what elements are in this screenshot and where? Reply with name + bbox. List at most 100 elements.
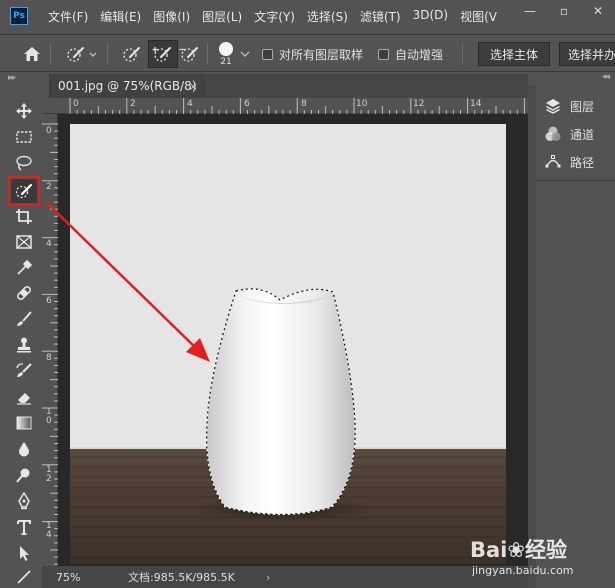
add-to-selection-mode[interactable] <box>148 40 178 68</box>
lasso-icon <box>16 155 32 171</box>
status-bar: 75% 文档:985.5K/985.5K › <box>42 566 528 588</box>
blur-tool[interactable] <box>11 437 37 461</box>
menu-layer[interactable]: 图层(L) <box>202 8 242 25</box>
move-icon <box>16 103 32 119</box>
horizontal-ruler: 0 2 4 6 8 10 12 14 <box>42 98 528 114</box>
add-selection-icon <box>152 47 171 62</box>
eyedropper-icon <box>17 259 33 275</box>
clone-stamp-tool[interactable] <box>11 333 37 357</box>
healing-brush-tool[interactable] <box>11 281 37 305</box>
vase-illustration <box>193 288 373 521</box>
canvas-area[interactable] <box>58 114 528 566</box>
photoshop-window: Ps 文件(F) 编辑(E) 图像(I) 图层(L) 文字(Y) 选择(S) 滤… <box>0 0 615 588</box>
brush-size-dropdown[interactable] <box>240 35 250 73</box>
ruler-label: 1 0 <box>46 407 52 426</box>
stamp-icon <box>17 337 31 353</box>
brush-size-picker[interactable]: 21 <box>216 35 236 73</box>
channels-panel-tab[interactable]: 通道 <box>544 121 594 147</box>
menu-image[interactable]: 图像(I) <box>153 8 190 25</box>
menu-3d[interactable]: 3D(D) <box>413 8 448 25</box>
menu-view[interactable]: 视图(V <box>460 8 497 25</box>
brush-icon <box>17 311 32 326</box>
menu-filter[interactable]: 滤镜(T) <box>360 8 401 25</box>
options-separator <box>50 43 51 65</box>
lasso-tool[interactable] <box>11 151 37 175</box>
auto-enhance-checkbox[interactable]: 自动增强 <box>378 35 443 73</box>
line-icon <box>17 570 31 584</box>
vertical-ruler: 0 2 4 6 8 1 0 1 2 1 4 <box>42 114 58 566</box>
ruler-label: 4 <box>46 239 52 249</box>
menu-edit[interactable]: 编辑(E) <box>100 8 141 25</box>
pen-tool[interactable] <box>11 489 37 513</box>
marquee-tool[interactable] <box>11 125 37 149</box>
document-tab[interactable]: 001.jpg @ 75%(RGB/8) × <box>50 74 206 98</box>
paths-panel-label: 路径 <box>570 155 595 170</box>
close-tab-icon[interactable]: × <box>189 80 198 93</box>
channels-panel-label: 通道 <box>570 127 595 142</box>
restore-button[interactable]: ▫ <box>547 0 581 22</box>
gradient-tool[interactable] <box>11 411 37 435</box>
menu-file[interactable]: 文件(F) <box>48 8 88 25</box>
collapse-panels-icon[interactable]: ◂◂ <box>602 72 610 82</box>
sample-all-layers-checkbox[interactable]: 对所有图层取样 <box>262 35 363 73</box>
subtract-from-selection-mode[interactable] <box>178 35 202 73</box>
auto-enhance-box[interactable] <box>378 48 389 60</box>
frame-icon <box>16 235 32 249</box>
baidu-watermark: Bai❀经验 jingyan.baidu.com <box>470 534 615 588</box>
minimize-button[interactable]: — <box>513 0 547 22</box>
sample-all-layers-box[interactable] <box>262 48 273 60</box>
eraser-tool[interactable] <box>11 385 37 409</box>
paths-panel-tab[interactable]: 路径 <box>544 149 594 175</box>
menu-items: 文件(F) 编辑(E) 图像(I) 图层(L) 文字(Y) 选择(S) 滤镜(T… <box>48 8 509 25</box>
photoshop-logo: Ps <box>10 7 28 25</box>
tool-highlight-box <box>8 176 40 206</box>
history-brush-tool[interactable] <box>11 359 37 383</box>
status-menu-arrow[interactable]: › <box>266 571 270 584</box>
collapse-toolbar-icon[interactable]: ▸▸ <box>8 73 16 83</box>
ruler-label: 0 <box>46 126 52 136</box>
options-separator <box>462 43 463 65</box>
home-button[interactable] <box>22 35 42 73</box>
layers-panel-tab[interactable]: 图层 <box>544 93 594 119</box>
new-selection-icon <box>123 47 140 62</box>
line-tool[interactable] <box>11 565 37 588</box>
watermark-logo: Bai❀经验 <box>470 538 567 562</box>
water-drop-icon <box>19 442 29 457</box>
menu-select[interactable]: 选择(S) <box>307 8 348 25</box>
quick-selection-preset-icon <box>67 47 97 62</box>
select-and-mask-button[interactable]: 选择并办 <box>559 42 615 66</box>
brush-tip-icon <box>219 42 233 56</box>
ruler-label: 6 <box>46 296 52 306</box>
eyedropper-tool[interactable] <box>11 256 37 280</box>
dodge-tool[interactable] <box>11 463 37 487</box>
document-image[interactable] <box>70 124 506 564</box>
eraser-icon <box>17 393 31 405</box>
gradient-icon <box>16 416 32 430</box>
sample-all-layers-label: 对所有图层取样 <box>279 47 364 62</box>
ruler-label: 8 <box>301 99 307 109</box>
new-selection-mode[interactable] <box>120 35 144 73</box>
ruler-label: 1 2 <box>46 465 52 484</box>
move-tool[interactable] <box>11 99 37 123</box>
type-tool[interactable] <box>11 515 37 539</box>
crop-tool[interactable] <box>11 205 37 229</box>
menu-type[interactable]: 文字(Y) <box>254 8 295 25</box>
home-icon <box>24 47 40 61</box>
ruler-label: 10 <box>356 99 368 109</box>
brush-tool[interactable] <box>11 307 37 331</box>
auto-enhance-label: 自动增强 <box>395 47 444 62</box>
ruler-label: 2 <box>130 99 136 109</box>
ruler-ticks-h <box>69 98 525 114</box>
path-selection-tool[interactable] <box>11 541 37 565</box>
zoom-level[interactable]: 75% <box>56 571 80 584</box>
subtract-selection-icon <box>179 47 198 62</box>
ruler-label: 8 <box>46 353 52 363</box>
options-separator <box>207 43 208 65</box>
frame-tool[interactable] <box>11 230 37 254</box>
select-subject-button[interactable]: 选择主体 <box>478 42 551 66</box>
tool-preset-picker[interactable] <box>64 35 98 73</box>
panel-collapse-bar[interactable]: ◂◂ <box>528 72 615 85</box>
ruler-label: 0 <box>73 99 79 109</box>
type-icon <box>17 520 31 535</box>
close-window-button[interactable]: ✕ <box>581 0 615 22</box>
